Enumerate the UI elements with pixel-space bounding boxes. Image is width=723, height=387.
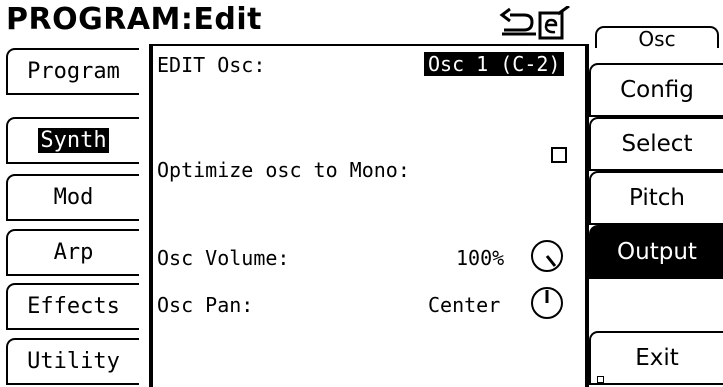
- tab-synth[interactable]: Synth: [6, 117, 139, 164]
- edit-document-icon[interactable]: [538, 6, 574, 40]
- tab-label: Mod: [53, 185, 94, 210]
- edit-osc-label: EDIT Osc:: [157, 53, 266, 77]
- page-title: PROGRAM:Edit: [6, 2, 262, 37]
- tab-label: Arp: [53, 240, 94, 265]
- edit-osc-value[interactable]: Osc 1 (C-2): [424, 52, 565, 76]
- tab-program[interactable]: Program: [6, 48, 139, 95]
- tab-effects[interactable]: Effects: [6, 283, 139, 330]
- volume-value: 100%: [456, 246, 505, 270]
- tab-label: Synth: [38, 128, 109, 153]
- exit-indicator-icon: [597, 376, 604, 383]
- tab-arp[interactable]: Arp: [6, 229, 139, 276]
- tab-utility[interactable]: Utility: [6, 338, 139, 385]
- exit-button[interactable]: Exit: [589, 331, 723, 385]
- pitch-button[interactable]: Pitch: [589, 171, 723, 225]
- optimize-checkbox[interactable]: [551, 147, 567, 163]
- pan-label: Osc Pan:: [157, 293, 254, 317]
- config-button[interactable]: Config: [589, 63, 723, 117]
- tab-label: Effects: [27, 294, 120, 319]
- optimize-label: Optimize osc to Mono:: [157, 158, 410, 182]
- select-button[interactable]: Select: [589, 117, 723, 171]
- output-button[interactable]: Output: [589, 225, 723, 279]
- pan-value: Center: [428, 293, 501, 317]
- tab-label: Program: [27, 59, 120, 84]
- exit-label: Exit: [635, 345, 679, 371]
- knob-icon[interactable]: [531, 287, 563, 319]
- header-icons: [496, 6, 576, 40]
- tab-osc[interactable]: Osc: [595, 26, 719, 50]
- knob-icon[interactable]: [531, 240, 563, 272]
- tab-label: Utility: [27, 349, 120, 374]
- tab-mod[interactable]: Mod: [6, 174, 139, 221]
- edit-panel: [149, 44, 589, 387]
- volume-label: Osc Volume:: [157, 246, 290, 270]
